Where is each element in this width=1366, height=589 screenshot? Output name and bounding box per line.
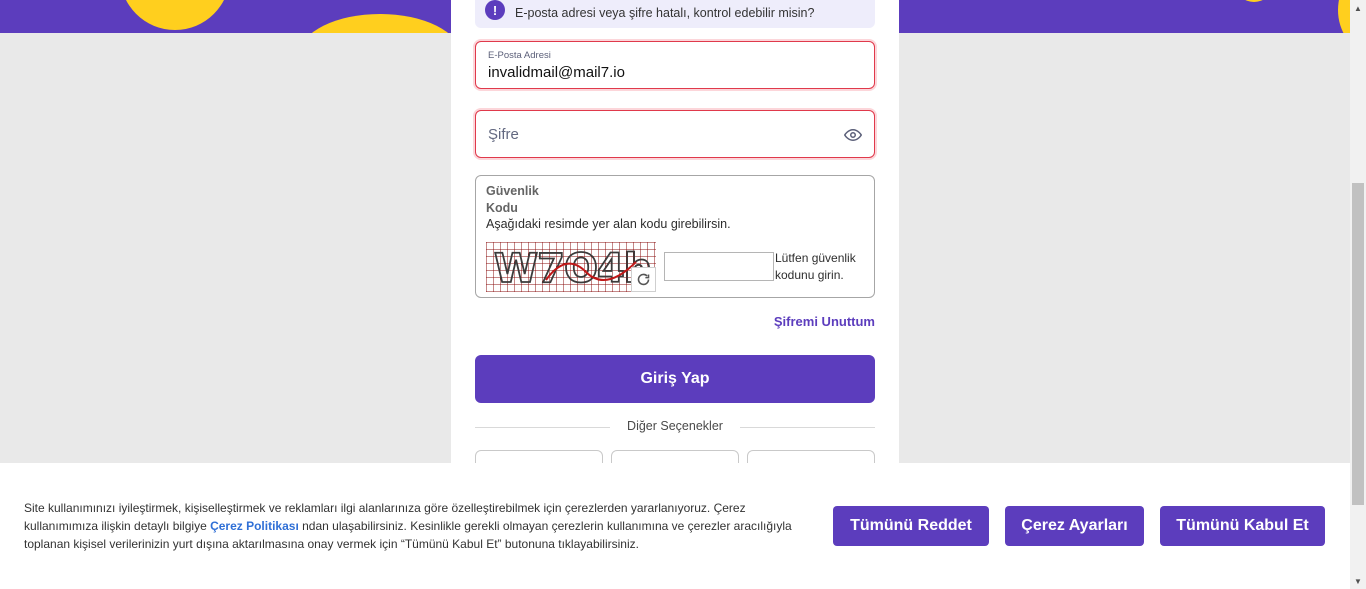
cookie-settings-button[interactable]: Çerez Ayarları — [1005, 506, 1144, 546]
cookie-banner: Site kullanımınızı iyileştirmek, kişisel… — [0, 463, 1350, 589]
decorative-circle — [1236, 0, 1272, 2]
password-field[interactable]: Şifre — [475, 110, 875, 158]
divider-line — [740, 427, 875, 428]
refresh-captcha-button[interactable] — [631, 267, 656, 292]
login-button[interactable]: Giriş Yap — [475, 355, 875, 403]
forgot-password-link[interactable]: Şifremi Unuttum — [774, 314, 875, 329]
other-options-label: Diğer Seçenekler — [627, 419, 723, 433]
other-options-divider: Diğer Seçenekler — [475, 418, 875, 436]
captcha-input[interactable] — [664, 252, 774, 281]
error-message: E-posta adresi veya şifre hatalı, kontro… — [515, 6, 815, 20]
scroll-down-arrow-icon[interactable]: ▼ — [1350, 573, 1366, 589]
refresh-icon — [637, 273, 650, 286]
decorative-circle — [300, 14, 460, 33]
email-field[interactable]: E-Posta Adresi invalidmail@mail7.io — [475, 41, 875, 89]
captcha-hint: Lütfen güvenlik kodunu girin. — [775, 251, 856, 282]
login-card: ! E-posta adresi veya şifre hatalı, kont… — [451, 0, 899, 480]
eye-icon[interactable] — [844, 126, 862, 144]
email-label: E-Posta Adresi — [488, 50, 551, 61]
captcha-box: Güvenlik Kodu Aşağıdaki resimde yer alan… — [475, 175, 875, 298]
cookie-policy-link[interactable]: Çerez Politikası — [210, 519, 299, 533]
error-alert: ! E-posta adresi veya şifre hatalı, kont… — [475, 0, 875, 28]
captcha-description: Aşağıdaki resimde yer alan kodu girebili… — [486, 217, 731, 231]
reject-all-button[interactable]: Tümünü Reddet — [833, 506, 989, 546]
vertical-scrollbar[interactable]: ▲ ▼ — [1350, 0, 1366, 589]
decorative-circle — [1338, 0, 1350, 33]
exclamation-icon: ! — [485, 0, 505, 20]
captcha-title: Güvenlik Kodu — [486, 184, 539, 215]
email-value[interactable]: invalidmail@mail7.io — [488, 64, 625, 81]
scroll-up-arrow-icon[interactable]: ▲ — [1350, 0, 1366, 16]
password-placeholder: Şifre — [488, 126, 519, 143]
scrollbar-thumb[interactable] — [1352, 183, 1364, 505]
accept-all-button[interactable]: Tümünü Kabul Et — [1160, 506, 1325, 546]
cookie-text: Site kullanımınızı iyileştirmek, kişisel… — [24, 499, 794, 553]
decorative-circle — [120, 0, 230, 30]
